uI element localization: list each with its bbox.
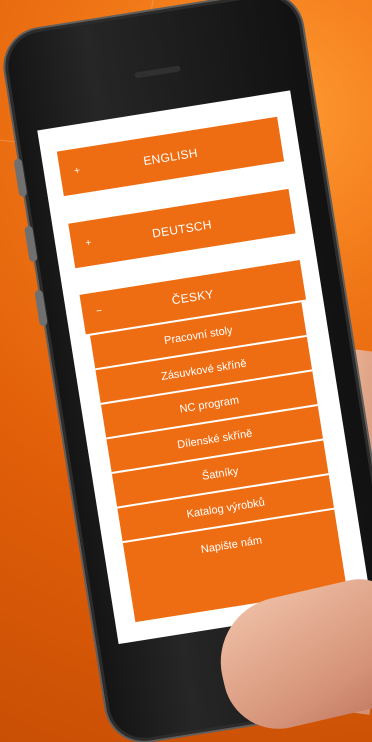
app-screen: + ENGLISH + DEUTSCH − ČESKY Pracovní sto… (37, 90, 372, 645)
language-english-button[interactable]: + ENGLISH (56, 116, 285, 197)
language-cesky-label: ČESKY (170, 286, 215, 308)
volume-up-button (13, 158, 28, 198)
menu-item-label: Pracovní stoly (163, 323, 234, 347)
menu-item-label: Zásuvkové skříně (160, 357, 248, 383)
menu-item-label: Šatníky (201, 464, 240, 483)
front-camera-icon (148, 41, 161, 53)
phone-scene: + ENGLISH + DEUTSCH − ČESKY Pracovní sto… (0, 0, 372, 742)
mute-switch (34, 289, 48, 327)
menu-item-label: Napište nám (200, 534, 263, 556)
language-deutsch-label: DEUTSCH (151, 216, 213, 241)
cesky-submenu: Pracovní stoly Zásuvkové skříně NC progr… (89, 300, 347, 623)
menu-item-label: NC program (178, 393, 240, 416)
language-english-label: ENGLISH (142, 145, 199, 168)
plus-icon: + (73, 164, 82, 177)
speaker-grille (134, 65, 181, 79)
plus-icon: + (84, 236, 93, 249)
volume-down-button (24, 225, 38, 263)
language-deutsch-button[interactable]: + DEUTSCH (68, 188, 296, 269)
menu-item-label: Dílenské skříně (176, 427, 254, 451)
minus-icon: − (95, 305, 104, 318)
menu-item-label: Katalog výrobků (185, 496, 266, 521)
